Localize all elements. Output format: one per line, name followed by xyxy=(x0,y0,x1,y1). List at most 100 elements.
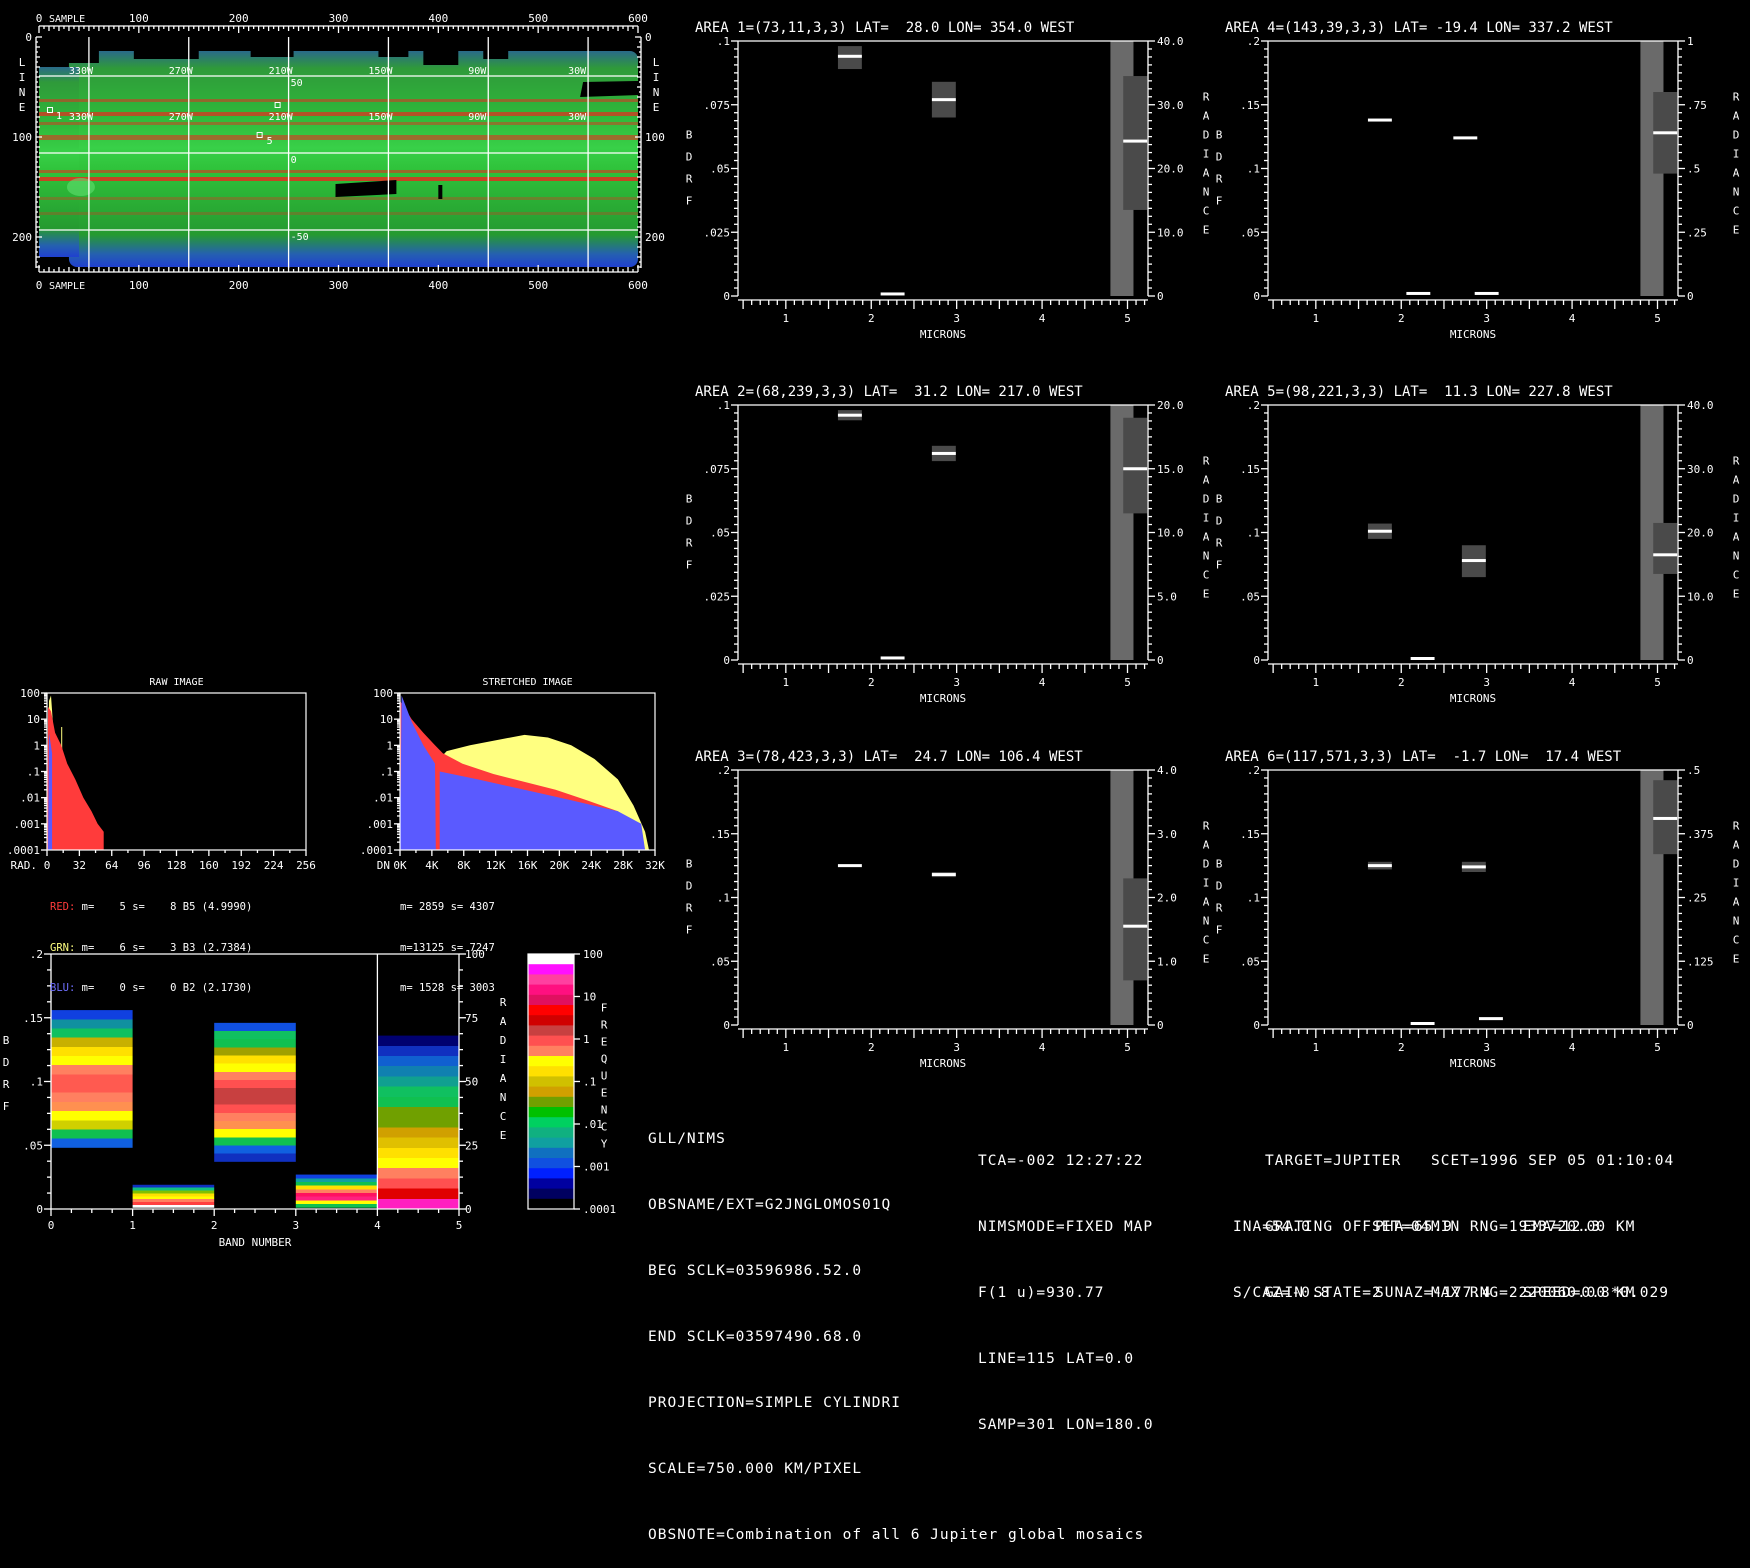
bdrf-tick-label: .1 xyxy=(717,35,730,48)
x-tick-label: 16K xyxy=(518,859,538,872)
micron-tick-label: 5 xyxy=(1124,1041,1131,1054)
x-axis-label: MICRONS xyxy=(920,328,966,341)
radiance-tick-label: 50 xyxy=(465,1076,478,1089)
map-gap xyxy=(378,37,409,57)
x-tick-label: 160 xyxy=(199,859,219,872)
samp-value: SAMP=301 xyxy=(978,1417,1056,1433)
sample-tick-label: 400 xyxy=(428,279,448,292)
x-tick-label: 0 xyxy=(44,859,51,872)
micron-tick-label: 1 xyxy=(783,312,790,325)
band-tick-label: 0 xyxy=(48,1219,55,1232)
bdrf-axis-label: BDRF xyxy=(1213,493,1226,581)
area-spectra-plots: AREA 1=(73,11,3,3) LAT= 28.0 LON= 354.0 … xyxy=(683,20,1743,1070)
bdrf-mean-marker xyxy=(837,54,862,58)
longitude-label: 210W xyxy=(269,66,294,77)
micron-tick-label: 5 xyxy=(1124,676,1131,689)
log-tick-label: 100 xyxy=(373,687,393,700)
bdrf-mean-marker xyxy=(1478,1017,1503,1021)
sample-tick-label: 100 xyxy=(129,279,149,292)
radiance-tick-label: 20.0 xyxy=(1157,399,1184,412)
target: TARGET=JUPITER xyxy=(1265,1153,1402,1169)
obs-info-col2: TCA=-002 12:27:22 NIMSMODE=FIXED MAP F(1… xyxy=(978,1106,1153,1458)
micron-tick-label: 3 xyxy=(1483,676,1490,689)
frequency-tick-label: 1 xyxy=(583,1033,590,1046)
raw-stats: RED: m= 5 s= 8 B5 (4.9990) GRN: m= 6 s= … xyxy=(50,874,252,1009)
colorbar-segment xyxy=(528,1045,574,1057)
radiance-range-box xyxy=(1123,417,1148,514)
micron-tick-label: 4 xyxy=(1039,676,1046,689)
bdrf-tick-label: .05 xyxy=(23,1139,43,1152)
channel-label-green: GRN: xyxy=(50,941,76,954)
map-red-band xyxy=(39,99,638,102)
micron-tick-label: 1 xyxy=(783,1041,790,1054)
scale: SCALE=750.000 KM/PIXEL xyxy=(648,1461,863,1477)
sample-tick-label: 500 xyxy=(528,279,548,292)
log-tick-label: 10 xyxy=(380,713,393,726)
radiance-tick-label: 0 xyxy=(1687,290,1694,303)
map-gap xyxy=(39,37,99,63)
log-tick-label: .01 xyxy=(20,792,40,805)
micron-tick-label: 1 xyxy=(1313,1041,1320,1054)
radiance-axis-label: RADIANCE xyxy=(1200,820,1213,972)
bdrf-mean-marker xyxy=(1453,136,1478,140)
log-tick-label: .1 xyxy=(27,766,40,779)
radiance-tick-label: 10.0 xyxy=(1157,226,1184,239)
radiance-mean-marker xyxy=(1123,139,1148,143)
scet: SCET=1996 SEP 05 01:10:04 xyxy=(1431,1153,1675,1169)
log-tick-label: .1 xyxy=(380,766,393,779)
area-plot-5: AREA 5=(98,221,3,3) LAT= 11.3 LON= 227.8… xyxy=(1213,384,1743,705)
map-gap xyxy=(423,37,459,65)
bdrf-tick-label: 0 xyxy=(36,1203,43,1216)
bdrf-mean-marker xyxy=(1367,529,1392,533)
radiance-tick-label: 5.0 xyxy=(1157,590,1177,603)
lat-value: LAT=0.0 xyxy=(1066,1351,1135,1367)
radiance-tick-label: 75 xyxy=(465,1012,478,1025)
bdrf-axis-label: BDRF xyxy=(683,129,696,217)
bdrf-tick-label: .075 xyxy=(704,463,731,476)
bdrf-tick-label: .15 xyxy=(23,1012,43,1025)
map-right-axis-label: LINE xyxy=(650,56,663,116)
bdrf-axis-label: BDRF xyxy=(1213,129,1226,217)
bdrf-mean-marker xyxy=(880,292,905,296)
frequency-tick-label: .001 xyxy=(583,1161,610,1174)
radiance-tick-label: .375 xyxy=(1687,828,1714,841)
raw-stats-blue: BLU: m= 0 s= 0 B2 (2.1730) xyxy=(50,982,252,996)
radiance-tick-label: 1 xyxy=(1687,35,1694,48)
bdrf-tick-label: 0 xyxy=(1253,1019,1260,1032)
map-surface-left xyxy=(39,67,79,257)
latitude-label: 50 xyxy=(291,78,303,89)
stretched-stat-red: m= 2859 s= 4307 xyxy=(400,901,495,913)
bdrf-mean-marker xyxy=(931,451,956,455)
bdrf-tick-label: .2 xyxy=(717,764,730,777)
map-image[interactable] xyxy=(39,37,638,267)
radiance-tick-label: 4.0 xyxy=(1157,764,1177,777)
area-plot-title: AREA 1=(73,11,3,3) LAT= 28.0 LON= 354.0 … xyxy=(695,20,1075,36)
bdrf-tick-label: .2 xyxy=(1247,764,1260,777)
micron-tick-label: 2 xyxy=(868,676,875,689)
longitude-label: 270W xyxy=(169,112,194,123)
bdrf-mean-marker xyxy=(837,413,862,417)
bdrf-tick-label: .2 xyxy=(30,948,43,961)
area-plot-1: AREA 1=(73,11,3,3) LAT= 28.0 LON= 354.0 … xyxy=(683,20,1213,341)
radiance-axis-label: RADIANCE xyxy=(1730,820,1743,972)
jupiter-mosaic-map[interactable]: 330W 330W 270W 270W 210W 210W 150W 150W 90W 90W 30… xyxy=(12,12,665,292)
x-tick-label: 96 xyxy=(138,859,151,872)
line-tick-label: 100 xyxy=(12,131,32,144)
x-axis-label: MICRONS xyxy=(920,1057,966,1070)
radiance-tick-label: 20.0 xyxy=(1157,163,1184,176)
frequency-axis-label: FREQUENCY xyxy=(598,1002,611,1155)
raw-stats-red: RED: m= 5 s= 8 B5 (4.9990) xyxy=(50,901,252,915)
sample-tick-label: 0 xyxy=(36,12,43,25)
map-bottom-axis-label: SAMPLE xyxy=(49,281,85,292)
map-gap xyxy=(250,37,294,57)
x-axis-label: MICRONS xyxy=(1450,692,1496,705)
radiance-tick-label: 2.0 xyxy=(1157,892,1177,905)
area-plot-2: AREA 2=(68,239,3,3) LAT= 31.2 LON= 217.0… xyxy=(683,384,1213,705)
map-gap xyxy=(483,37,509,59)
frequency-tick-label: .1 xyxy=(583,1076,596,1089)
map-top-axis-label: SAMPLE xyxy=(49,14,85,25)
area-plot-3: AREA 3=(78,423,3,3) LAT= 24.7 LON= 106.4… xyxy=(683,749,1213,1070)
bdrf-tick-label: .15 xyxy=(710,828,730,841)
micron-tick-label: 5 xyxy=(1124,312,1131,325)
sample-tick-label: 600 xyxy=(628,279,648,292)
